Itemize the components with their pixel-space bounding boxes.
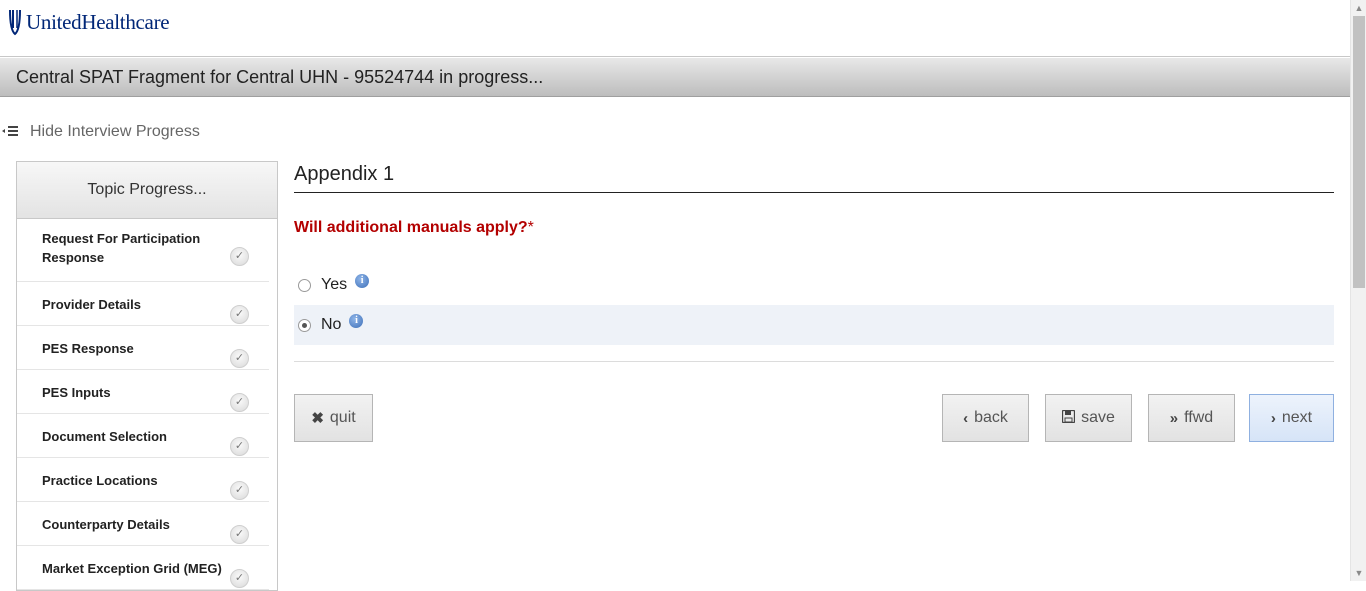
topic-item[interactable]: Counterparty Details ✓ — [17, 502, 269, 546]
topic-item-label: Market Exception Grid (MEG) — [42, 561, 222, 576]
quit-button[interactable]: ✖ quit — [294, 394, 373, 442]
next-button[interactable]: › next — [1249, 394, 1334, 442]
check-icon: ✓ — [230, 349, 249, 368]
hide-progress-label: Hide Interview Progress — [30, 123, 200, 140]
check-icon: ✓ — [230, 525, 249, 544]
option-yes-label[interactable]: Yes — [321, 276, 347, 294]
question-text: Will additional manuals apply?* — [294, 219, 1334, 237]
interview-title: Central SPAT Fragment for Central UHN - … — [16, 67, 544, 87]
hide-progress-toggle[interactable]: Hide Interview Progress — [0, 123, 200, 141]
topic-item[interactable]: Document Selection ✓ — [17, 414, 269, 458]
interview-titlebar: Central SPAT Fragment for Central UHN - … — [0, 58, 1350, 97]
topic-item[interactable]: Provider Details ✓ — [17, 282, 269, 326]
uhc-shield-icon — [8, 8, 22, 36]
topic-item-label: Document Selection — [42, 429, 167, 444]
required-marker: * — [527, 219, 534, 236]
scroll-thumb[interactable] — [1353, 16, 1365, 288]
radio-yes[interactable] — [298, 278, 311, 292]
chevron-left-icon: ‹ — [963, 409, 969, 427]
topic-progress-heading: Topic Progress... — [17, 162, 277, 219]
topic-item[interactable]: Market Exception Grid (MEG) ✓ — [17, 546, 269, 590]
close-icon: ✖ — [311, 410, 324, 427]
save-label: save — [1081, 409, 1115, 426]
floppy-disk-icon — [1061, 409, 1076, 427]
topic-item-label: Practice Locations — [42, 473, 158, 488]
scroll-up-icon[interactable]: ▲ — [1351, 0, 1366, 16]
check-icon: ✓ — [230, 569, 249, 588]
option-no-label[interactable]: No — [321, 316, 341, 334]
ffwd-button[interactable]: » ffwd — [1148, 394, 1235, 442]
topic-item[interactable]: Request For Participation Response ✓ — [17, 219, 269, 282]
app-header: UnitedHealthcare — [0, 0, 1350, 57]
radio-no[interactable] — [298, 318, 311, 332]
check-icon: ✓ — [230, 437, 249, 456]
brand-logo[interactable]: UnitedHealthcare — [8, 8, 170, 36]
topic-progress-panel: Topic Progress... Request For Participat… — [16, 161, 278, 591]
check-icon: ✓ — [230, 481, 249, 500]
check-icon: ✓ — [230, 247, 249, 266]
chevron-right-icon: › — [1270, 409, 1276, 427]
ffwd-label: ffwd — [1184, 409, 1214, 426]
page-scrollbar[interactable]: ▲ ▼ — [1350, 0, 1366, 581]
topic-item[interactable]: PES Inputs ✓ — [17, 370, 269, 414]
back-button[interactable]: ‹ back — [942, 394, 1029, 442]
page-title: Appendix 1 — [294, 158, 1334, 193]
topic-item[interactable]: PES Response ✓ — [17, 326, 269, 370]
double-chevron-right-icon: » — [1169, 409, 1179, 427]
topic-item-label: Request For Participation Response — [42, 231, 201, 265]
save-button[interactable]: save — [1045, 394, 1132, 442]
info-icon[interactable]: i — [349, 314, 364, 328]
topic-item-label: Provider Details — [42, 297, 141, 312]
list-collapse-icon — [0, 124, 24, 140]
topic-item-label: PES Inputs — [42, 385, 111, 400]
topic-item[interactable]: Practice Locations ✓ — [17, 458, 269, 502]
option-no[interactable]: No i — [294, 305, 1334, 345]
scroll-down-icon[interactable]: ▼ — [1351, 565, 1366, 581]
quit-label: quit — [329, 409, 356, 426]
topic-item-label: Counterparty Details — [42, 517, 170, 532]
next-label: next — [1281, 409, 1313, 426]
divider — [294, 361, 1334, 362]
topic-item-label: PES Response — [42, 341, 134, 356]
check-icon: ✓ — [230, 393, 249, 412]
question-area: Appendix 1 Will additional manuals apply… — [294, 158, 1334, 442]
question-label: Will additional manuals apply? — [294, 219, 528, 236]
info-icon[interactable]: i — [355, 274, 370, 288]
back-label: back — [974, 409, 1008, 426]
check-icon: ✓ — [230, 305, 249, 324]
option-yes[interactable]: Yes i — [294, 265, 1334, 305]
brand-name: UnitedHealthcare — [26, 9, 170, 34]
